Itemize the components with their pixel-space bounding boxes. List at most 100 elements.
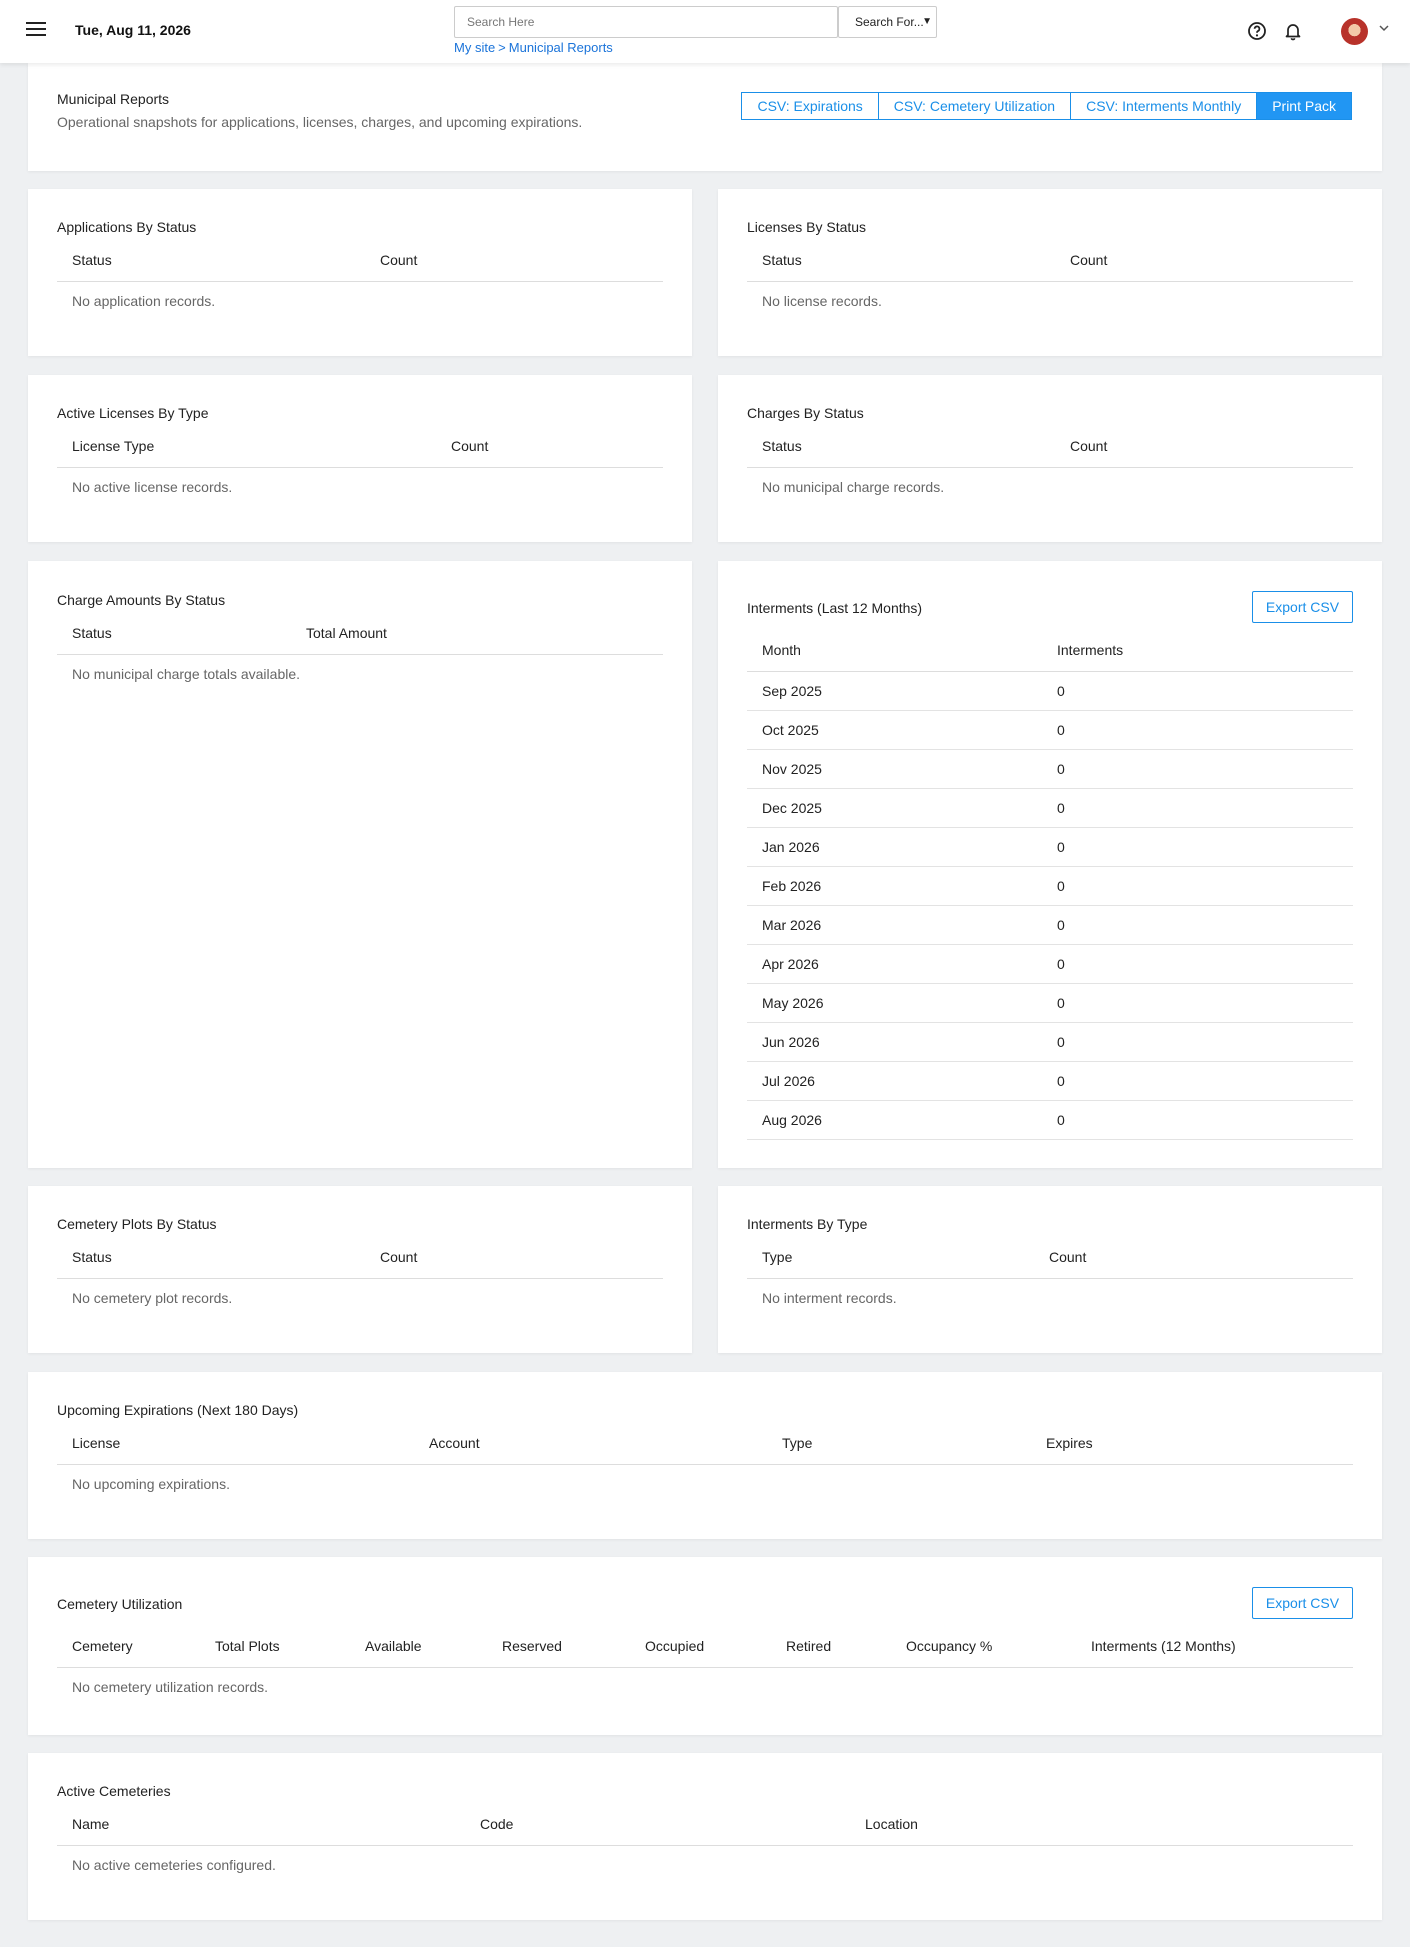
interments-cell: 0 [1042,1100,1353,1140]
column-header: Expires [1031,1422,1353,1465]
upcoming-expirations-card: Upcoming Expirations (Next 180 Days) Lic… [28,1372,1382,1539]
table-row: Jun 2026 0 [747,1022,1353,1062]
breadcrumb: My site > Municipal Reports [454,40,613,55]
table-row: Oct 2025 0 [747,710,1353,750]
table-row: Mar 2026 0 [747,905,1353,945]
page-title: Municipal Reports [57,91,170,107]
card-title: Interments By Type [747,1216,868,1232]
breadcrumb-separator: > [498,40,506,55]
column-header: Occupied [630,1625,771,1668]
charges-table: Status Count No municipal charge records. [747,425,1353,506]
column-header: Count [365,239,663,282]
interments-last-12-months-card: Interments (Last 12 Months) Export CSV M… [718,561,1382,1168]
licenses-table: Status Count No license records. [747,239,1353,320]
column-header: Total Amount [291,612,663,655]
table-row: Aug 2026 0 [747,1100,1353,1140]
export-csv-button[interactable]: Export CSV [1252,591,1353,623]
breadcrumb-my-site[interactable]: My site [454,40,495,55]
interments-cell: 0 [1042,1061,1353,1101]
bell-icon[interactable] [1283,21,1303,41]
column-header: Reserved [487,1625,630,1668]
column-header: Status [747,425,1055,468]
table-row: Feb 2026 0 [747,866,1353,906]
help-icon[interactable] [1247,21,1267,41]
print-pack-button[interactable]: Print Pack [1256,92,1352,120]
column-header: Cemetery [57,1625,200,1668]
interments-cell: 0 [1042,827,1353,867]
csv-expirations-button[interactable]: CSV: Expirations [741,92,879,120]
month-cell: Dec 2025 [747,788,1042,828]
search-input[interactable] [454,6,838,38]
card-title: Charge Amounts By Status [57,592,226,608]
month-cell: Feb 2026 [747,866,1042,906]
column-header: Name [57,1803,465,1846]
card-title: Licenses By Status [747,219,867,235]
cemetery-utilization-card: Cemetery Utilization Export CSV Cemetery… [28,1557,1382,1735]
applications-table: Status Count No application records. [57,239,663,320]
interments-cell: 0 [1042,866,1353,906]
card-title: Upcoming Expirations (Next 180 Days) [57,1402,299,1418]
table-row: Dec 2025 0 [747,788,1353,828]
empty-message: No municipal charge records. [762,478,945,495]
interments-monthly-table: Month Interments Sep 2025 0 Oct 2025 0 Nov 20… [747,629,1353,1140]
card-title: Cemetery Utilization [57,1596,183,1612]
interments-by-type-card: Interments By Type Type Count No intermen… [718,1186,1382,1353]
active-licenses-by-type-card: Active Licenses By Type License Type Coun… [28,375,692,542]
export-csv-button[interactable]: Export CSV [1252,1587,1353,1619]
interments-cell: 0 [1042,671,1353,711]
cemetery-plots-by-status-card: Cemetery Plots By Status Status Count No … [28,1186,692,1353]
chevron-down-icon[interactable] [1378,22,1390,34]
column-header: Available [350,1625,487,1668]
column-header: Code [465,1803,850,1846]
empty-message: No active cemeteries configured. [72,1856,276,1873]
table-row: Jul 2026 0 [747,1061,1353,1101]
cemetery-plots-table: Status Count No cemetery plot records. [57,1236,663,1317]
column-header: Occupancy % [891,1625,1076,1668]
month-cell: Jun 2026 [747,1022,1042,1062]
column-header: Count [436,425,663,468]
csv-interments-monthly-button[interactable]: CSV: Interments Monthly [1070,92,1258,120]
interments-cell: 0 [1042,1022,1353,1062]
charges-by-status-card: Charges By Status Status Count No municip… [718,375,1382,542]
month-cell: Sep 2025 [747,671,1042,711]
charge-amounts-table: Status Total Amount No municipal charge t… [57,612,663,693]
table-row: May 2026 0 [747,983,1353,1023]
upcoming-expirations-table: License Account Type Expires No upcoming… [57,1422,1353,1503]
menu-icon[interactable] [26,22,46,38]
interments-cell: 0 [1042,710,1353,750]
empty-message: No interment records. [762,1289,897,1306]
csv-cemetery-utilization-button[interactable]: CSV: Cemetery Utilization [877,92,1072,120]
column-header: Status [747,239,1055,282]
month-cell: Nov 2025 [747,749,1042,789]
column-header: Type [747,1236,1034,1279]
empty-message: No cemetery utilization records. [72,1678,269,1695]
avatar[interactable] [1341,18,1368,45]
breadcrumb-municipal-reports[interactable]: Municipal Reports [509,40,613,55]
column-header: Status [57,612,291,655]
report-actions: CSV: Expirations CSV: Cemetery Utilizati… [741,92,1352,120]
search-for-select[interactable]: Search For... ▼ [838,6,937,38]
chevron-down-icon: ▼ [922,16,932,27]
column-header: Interments [1042,629,1353,672]
interments-cell: 0 [1042,983,1353,1023]
column-header: License Type [57,425,436,468]
card-title: Cemetery Plots By Status [57,1216,217,1232]
table-row: Nov 2025 0 [747,749,1353,789]
active-licenses-table: License Type Count No active license reco… [57,425,663,506]
column-header: Month [747,629,1042,672]
page-subtitle: Operational snapshots for applications, … [57,114,583,130]
empty-message: No cemetery plot records. [72,1289,233,1306]
month-cell: May 2026 [747,983,1042,1023]
column-header: License [57,1422,414,1465]
charge-amounts-by-status-card: Charge Amounts By Status Status Total Amo… [28,561,692,1168]
month-cell: Jan 2026 [747,827,1042,867]
month-cell: Apr 2026 [747,944,1042,984]
month-cell: Jul 2026 [747,1061,1042,1101]
reports-header-card: Municipal Reports Operational snapshots … [28,63,1382,171]
column-header: Retired [771,1625,891,1668]
month-cell: Mar 2026 [747,905,1042,945]
empty-message: No upcoming expirations. [72,1475,230,1492]
empty-message: No application records. [72,292,216,309]
column-header: Status [57,239,365,282]
interments-by-type-table: Type Count No interment records. [747,1236,1353,1317]
